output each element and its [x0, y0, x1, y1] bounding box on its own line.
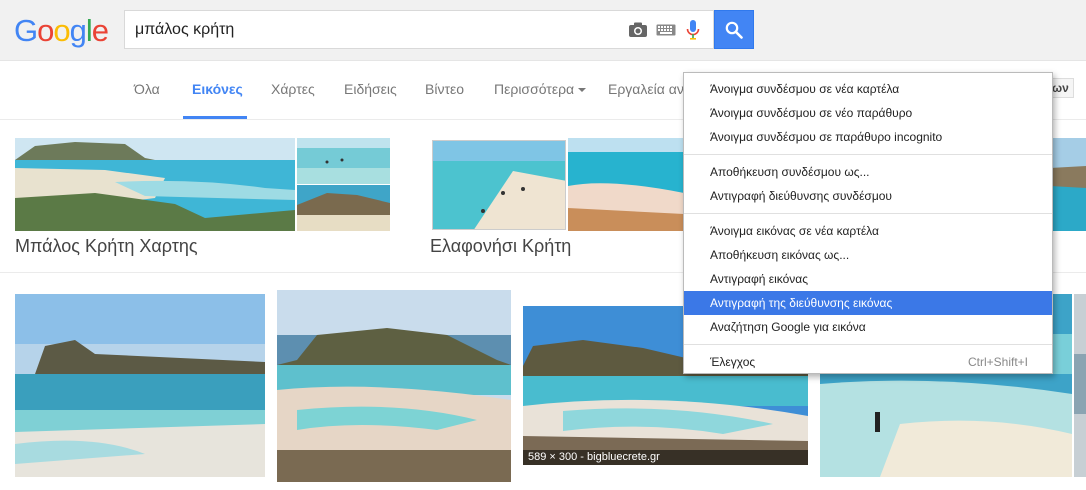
tab-more-label: Περισσότερα — [494, 81, 575, 97]
search-button[interactable] — [714, 10, 754, 49]
menu-item-save-link-as[interactable]: Αποθήκευση συνδέσμου ως... — [684, 160, 1052, 184]
menu-item-save-image-as[interactable]: Αποθήκευση εικόνας ως... — [684, 243, 1052, 267]
logo-letter: g — [69, 13, 87, 48]
tab-maps[interactable]: Χάρτες — [271, 81, 315, 97]
logo-letter: G — [14, 13, 38, 48]
search-icon — [725, 21, 743, 39]
menu-item-open-link-new-window[interactable]: Άνοιγμα συνδέσμου σε νέο παράθυρο — [684, 101, 1052, 125]
google-logo[interactable]: Google — [14, 13, 109, 49]
menu-item-search-google-for-image[interactable]: Αναζήτηση Google για εικόνα — [684, 315, 1052, 339]
chevron-down-icon — [578, 88, 587, 93]
search-box — [124, 10, 714, 49]
logo-letter: e — [91, 13, 109, 48]
tab-all[interactable]: Όλα — [134, 81, 160, 97]
menu-separator — [684, 213, 1052, 214]
related-image[interactable] — [297, 138, 390, 184]
related-image[interactable] — [432, 140, 566, 230]
result-image[interactable] — [15, 294, 265, 477]
tab-news[interactable]: Ειδήσεις — [344, 81, 397, 97]
context-menu: Άνοιγμα συνδέσμου σε νέα καρτέλα Άνοιγμα… — [683, 72, 1053, 374]
result-image[interactable] — [1074, 294, 1086, 477]
related-image[interactable] — [15, 138, 295, 231]
image-caption: 589 × 300 - bigbluecrete.gr — [523, 450, 808, 465]
related-search-title[interactable]: Μπάλος Κρήτη Χαρτης — [15, 236, 198, 257]
menu-item-open-link-incognito[interactable]: Άνοιγμα συνδέσμου σε παράθυρο incognito — [684, 125, 1052, 149]
related-image[interactable] — [568, 138, 684, 231]
logo-letter: o — [53, 13, 70, 48]
menu-item-shortcut: Ctrl+Shift+I — [967, 355, 1028, 369]
menu-item-open-image-new-tab[interactable]: Άνοιγμα εικόνας σε νέα καρτέλα — [684, 219, 1052, 243]
logo-letter: o — [37, 13, 54, 48]
camera-icon[interactable] — [627, 20, 649, 40]
tab-videos[interactable]: Βίντεο — [425, 81, 464, 97]
menu-separator — [684, 344, 1052, 345]
tab-more[interactable]: Περισσότερα — [494, 81, 587, 97]
active-tab-indicator — [183, 116, 247, 119]
related-search-title[interactable]: Ελαφονήσι Κρήτη — [430, 236, 571, 257]
microphone-icon[interactable] — [682, 20, 704, 40]
tab-search-tools[interactable]: Εργαλεία αν — [608, 81, 684, 97]
search-input[interactable] — [135, 19, 615, 41]
related-image[interactable] — [1050, 138, 1086, 231]
tab-images[interactable]: Εικόνες — [192, 81, 243, 97]
menu-item-label: Έλεγχος — [710, 355, 756, 369]
keyboard-icon[interactable] — [655, 20, 677, 40]
menu-item-copy-image[interactable]: Αντιγραφή εικόνας — [684, 267, 1052, 291]
menu-item-copy-link-address[interactable]: Αντιγραφή διεύθυνσης συνδέσμου — [684, 184, 1052, 208]
menu-item-copy-image-address[interactable]: Αντιγραφή της διεύθυνσης εικόνας — [684, 291, 1052, 315]
menu-item-inspect[interactable]: Έλεγχος Ctrl+Shift+I — [684, 350, 1052, 374]
menu-separator — [684, 154, 1052, 155]
related-image[interactable] — [297, 185, 390, 231]
top-bar: Google — [0, 0, 1086, 61]
result-image[interactable] — [277, 290, 511, 482]
menu-item-open-link-new-tab[interactable]: Άνοιγμα συνδέσμου σε νέα καρτέλα — [684, 77, 1052, 101]
